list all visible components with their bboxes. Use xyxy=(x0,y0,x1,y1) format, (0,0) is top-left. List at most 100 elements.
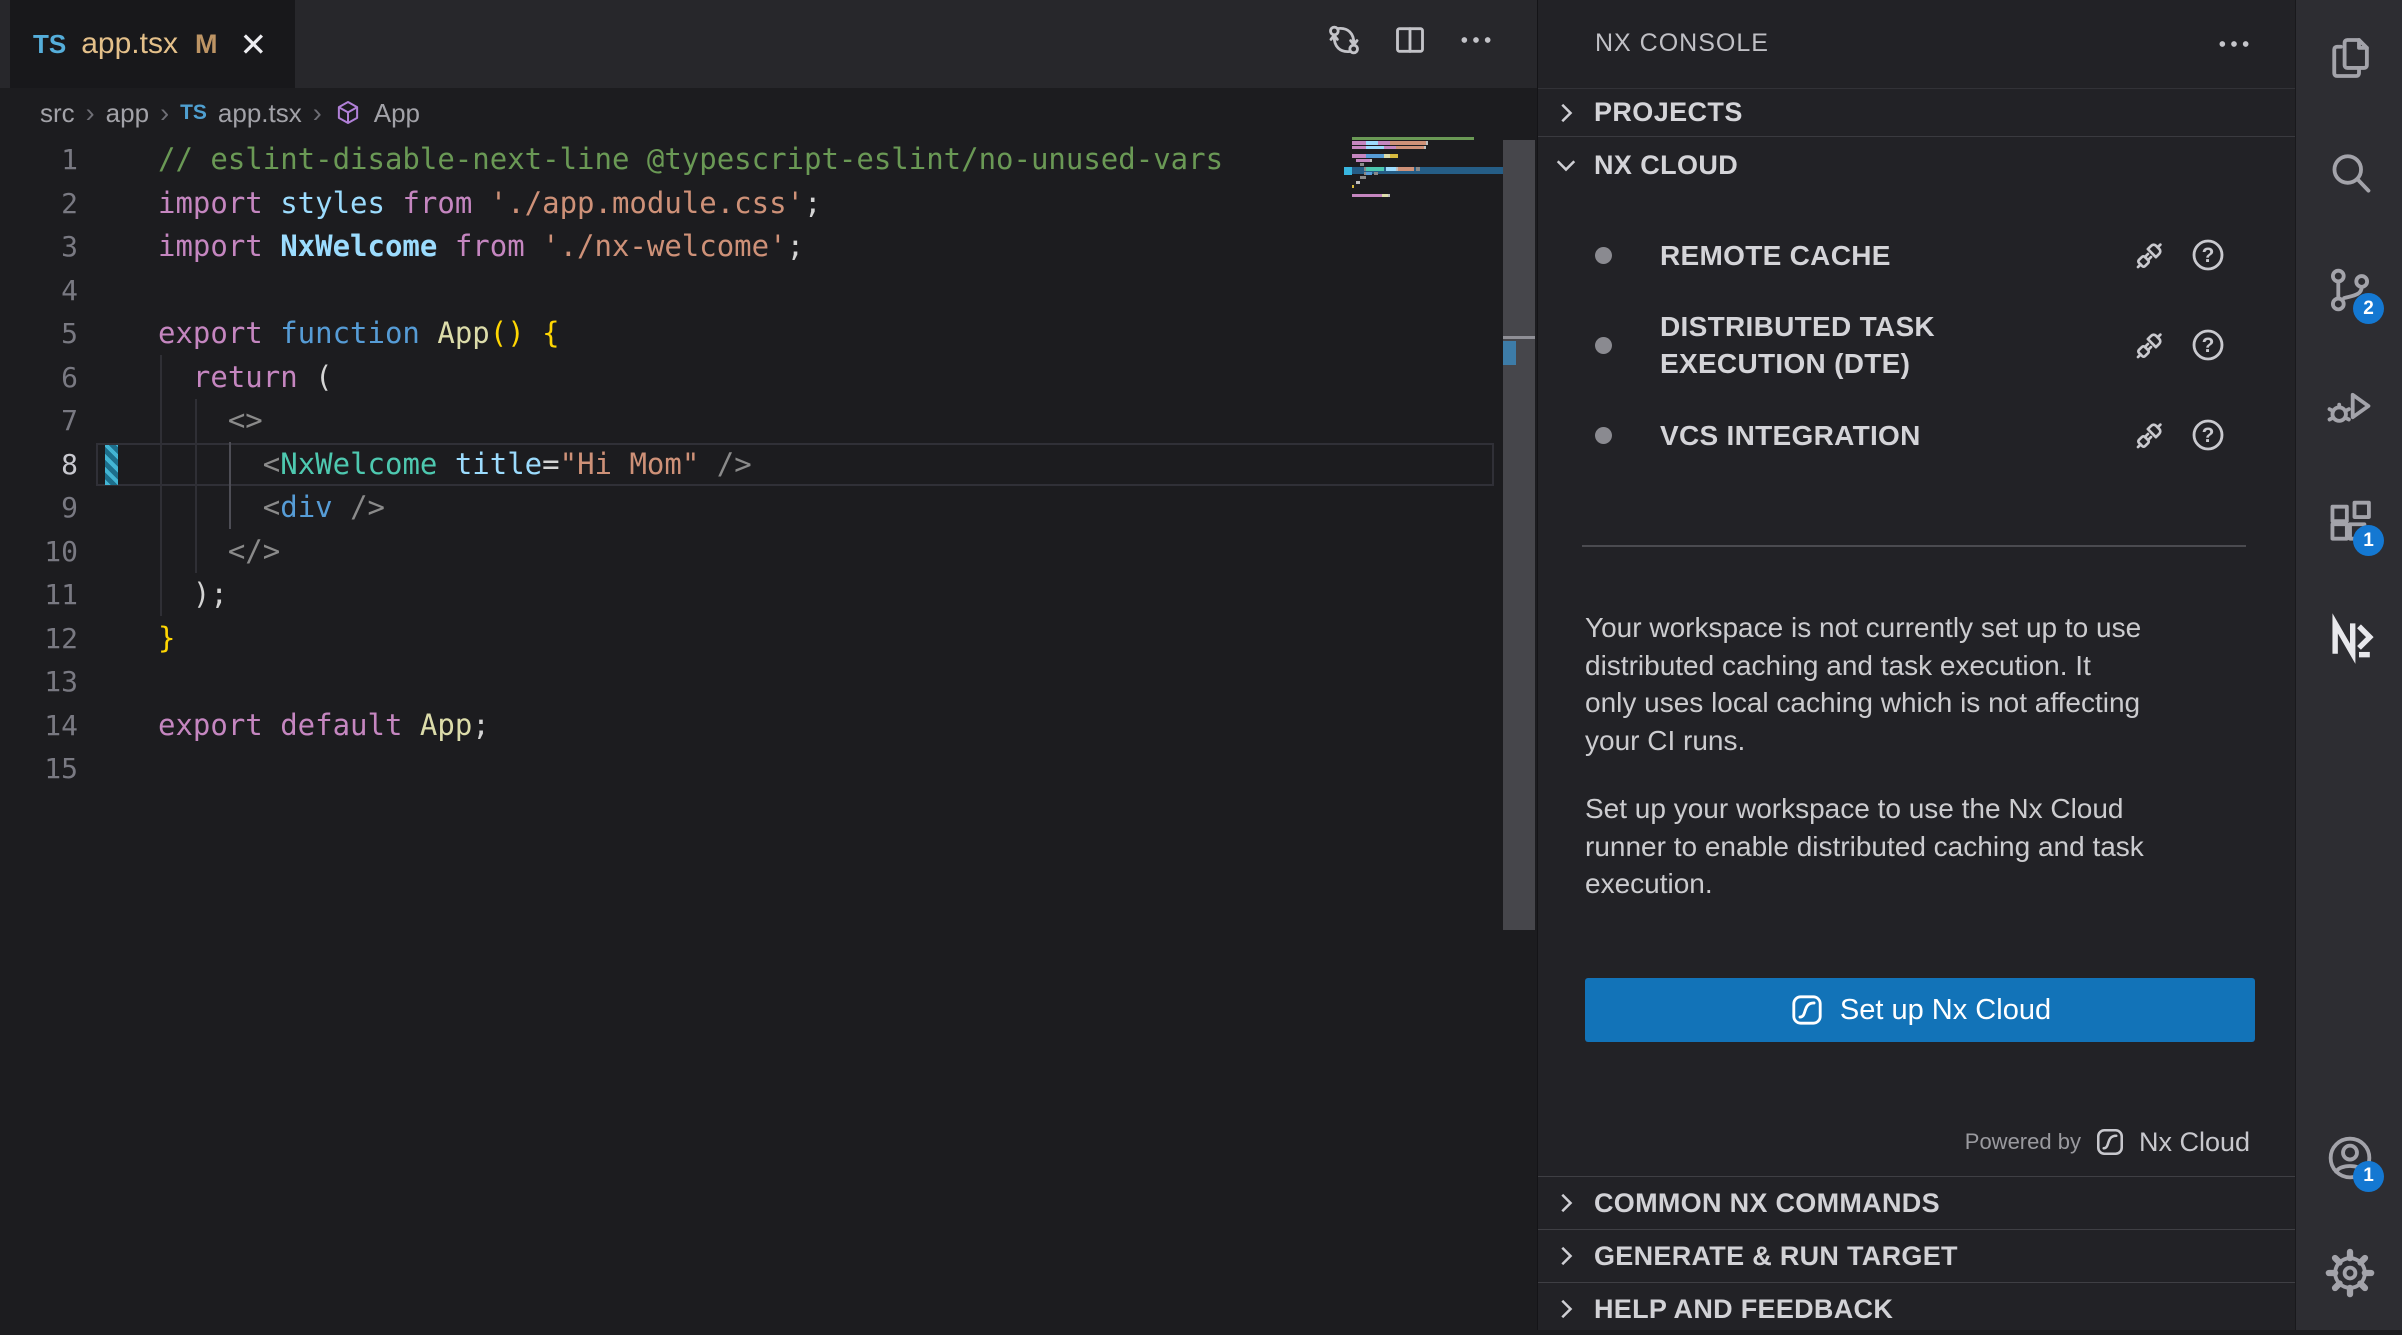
activity-run-debug-icon[interactable] xyxy=(2296,348,2402,464)
connect-plug-icon[interactable] xyxy=(2130,415,2170,455)
line-number: 9 xyxy=(0,486,78,530)
code-text: import NxWelcome from './nx-welcome'; xyxy=(158,225,804,269)
code-text: } xyxy=(158,617,175,661)
connect-plug-icon[interactable] xyxy=(2130,235,2170,275)
code-line[interactable]: 9 <div /> xyxy=(0,486,1503,530)
section-label: NX CLOUD xyxy=(1594,150,1738,181)
line-number: 6 xyxy=(0,356,78,400)
close-icon[interactable]: ✕ xyxy=(239,28,267,61)
tab-bar: TS app.tsx M ✕ xyxy=(0,0,1537,88)
code-line[interactable]: 11 ); xyxy=(0,573,1503,617)
code-line[interactable]: 4 xyxy=(0,269,1503,313)
more-actions-icon[interactable] xyxy=(1454,16,1498,64)
code-line[interactable]: 10 </> xyxy=(0,530,1503,574)
code-line[interactable]: 13 xyxy=(0,660,1503,704)
code-editor[interactable]: 1 // eslint-disable-next-line @typescript… xyxy=(0,138,1503,791)
minimap-line xyxy=(1352,141,1428,144)
status-dot xyxy=(1595,427,1612,444)
activity-settings-icon[interactable] xyxy=(2296,1215,2402,1330)
chevron-down-icon xyxy=(1550,149,1582,181)
activity-extensions-icon[interactable]: 1 xyxy=(2296,464,2402,580)
section-label: PROJECTS xyxy=(1594,97,1743,128)
overview-modified-marker xyxy=(1503,341,1516,365)
breadcrumb-item[interactable]: app xyxy=(106,98,149,129)
minimap-line xyxy=(1352,167,1420,170)
feature-actions: ? xyxy=(2130,235,2228,275)
code-line[interactable]: 15 xyxy=(0,747,1503,791)
line-number: 1 xyxy=(0,138,78,182)
git-modified-badge: M xyxy=(195,29,218,60)
code-text: </> xyxy=(158,530,280,574)
activity-source-control-icon[interactable]: 2 xyxy=(2296,232,2402,348)
nx-cloud-feature-row: DISTRIBUTED TASK EXECUTION (DTE)? xyxy=(1538,299,2296,391)
status-dot xyxy=(1595,337,1612,354)
connect-plug-icon[interactable] xyxy=(2130,325,2170,365)
symbol-cube-icon xyxy=(333,98,363,128)
chevron-right-icon xyxy=(1550,1187,1582,1219)
panel-header: NX CONSOLE xyxy=(1538,0,2296,87)
powered-by: Powered by Nx Cloud xyxy=(1965,1122,2250,1162)
line-number: 4 xyxy=(0,269,78,313)
minimap-line xyxy=(1352,181,1360,184)
code-line[interactable]: 5export function App() { xyxy=(0,312,1503,356)
overview-cursor-marker xyxy=(1503,336,1535,339)
code-line[interactable]: 12} xyxy=(0,617,1503,661)
line-number: 15 xyxy=(0,747,78,791)
help-question-icon[interactable]: ? xyxy=(2188,325,2228,365)
activity-search-icon[interactable] xyxy=(2296,116,2402,232)
workspace-status-text: Your workspace is not currently set up t… xyxy=(1585,609,2257,759)
accordion-common-nx-commands[interactable]: COMMON NX COMMANDS xyxy=(1538,1176,2296,1229)
nx-cloud-icon xyxy=(2094,1126,2126,1158)
code-line[interactable]: 3import NxWelcome from './nx-welcome'; xyxy=(0,225,1503,269)
editor-region: TS app.tsx M ✕ src›app›TSapp.tsx›App 1//… xyxy=(0,0,1537,1330)
accordion-help-and-feedback[interactable]: HELP AND FEEDBACK xyxy=(1538,1282,2296,1335)
code-line[interactable]: 7 <> xyxy=(0,399,1503,443)
panel-accordions: COMMON NX COMMANDS GENERATE & RUN TARGET H… xyxy=(1538,1176,2296,1335)
breadcrumb-item[interactable]: src xyxy=(40,98,75,129)
code-line[interactable]: 6 return ( xyxy=(0,356,1503,400)
editor-scrollbar[interactable] xyxy=(1503,0,1537,1330)
feature-label: VCS INTEGRATION xyxy=(1660,417,1980,454)
minimap-line xyxy=(1352,176,1366,179)
activity-account-icon[interactable]: 1 xyxy=(2296,1100,2402,1215)
accordion-generate-run-target[interactable]: GENERATE & RUN TARGET xyxy=(1538,1229,2296,1282)
status-dot xyxy=(1595,247,1612,264)
code-line[interactable]: 14export default App; xyxy=(0,704,1503,748)
panel-more-actions-icon[interactable] xyxy=(2210,20,2258,68)
breadcrumb: src›app›TSapp.tsx›App xyxy=(0,88,1503,138)
help-question-icon[interactable]: ? xyxy=(2188,415,2228,455)
help-question-icon[interactable]: ? xyxy=(2188,235,2228,275)
svg-text:?: ? xyxy=(2202,424,2215,447)
chevron-right-icon xyxy=(1550,1240,1582,1272)
activity-files-icon[interactable] xyxy=(2296,0,2402,116)
powered-by-label: Powered by xyxy=(1965,1129,2081,1155)
nx-console-panel: NX CONSOLE PROJECTS NX CLOUD REMOTE CACH… xyxy=(1537,0,2295,1330)
code-text: <NxWelcome title="Hi Mom" /> xyxy=(158,443,752,487)
indent-guide xyxy=(160,355,162,616)
breadcrumb-item[interactable]: App xyxy=(374,98,420,129)
line-number: 2 xyxy=(0,182,78,226)
git-modified-gutter-marker xyxy=(105,445,118,485)
badge: 1 xyxy=(2353,1161,2384,1192)
typescript-file-icon: TS xyxy=(180,101,207,125)
code-text: // eslint-disable-next-line @typescript-… xyxy=(158,138,1223,182)
code-line[interactable]: 1 // eslint-disable-next-line @typescript… xyxy=(0,138,1503,182)
minimap[interactable] xyxy=(1344,137,1504,217)
chevron-right-icon xyxy=(1550,97,1582,129)
breadcrumb-item[interactable]: app.tsx xyxy=(218,98,302,129)
code-line[interactable]: 8 <NxWelcome title="Hi Mom" /> xyxy=(0,443,1503,487)
line-number: 7 xyxy=(0,399,78,443)
editor-toolbar xyxy=(1322,16,1498,64)
section-nx-cloud[interactable]: NX CLOUD xyxy=(1538,138,2296,192)
scrollbar-thumb[interactable] xyxy=(1503,140,1535,930)
minimap-line xyxy=(1352,137,1474,140)
tab-app-tsx[interactable]: TS app.tsx M ✕ xyxy=(10,0,295,88)
activity-nx-console-icon[interactable] xyxy=(2296,580,2402,696)
accordion-label: GENERATE & RUN TARGET xyxy=(1594,1241,1958,1272)
section-projects[interactable]: PROJECTS xyxy=(1538,88,2296,137)
minimap-line xyxy=(1352,172,1378,175)
open-changes-icon[interactable] xyxy=(1322,16,1366,64)
code-line[interactable]: 2import styles from './app.module.css'; xyxy=(0,182,1503,226)
setup-nx-cloud-button[interactable]: Set up Nx Cloud xyxy=(1585,978,2255,1042)
split-editor-icon[interactable] xyxy=(1388,16,1432,64)
